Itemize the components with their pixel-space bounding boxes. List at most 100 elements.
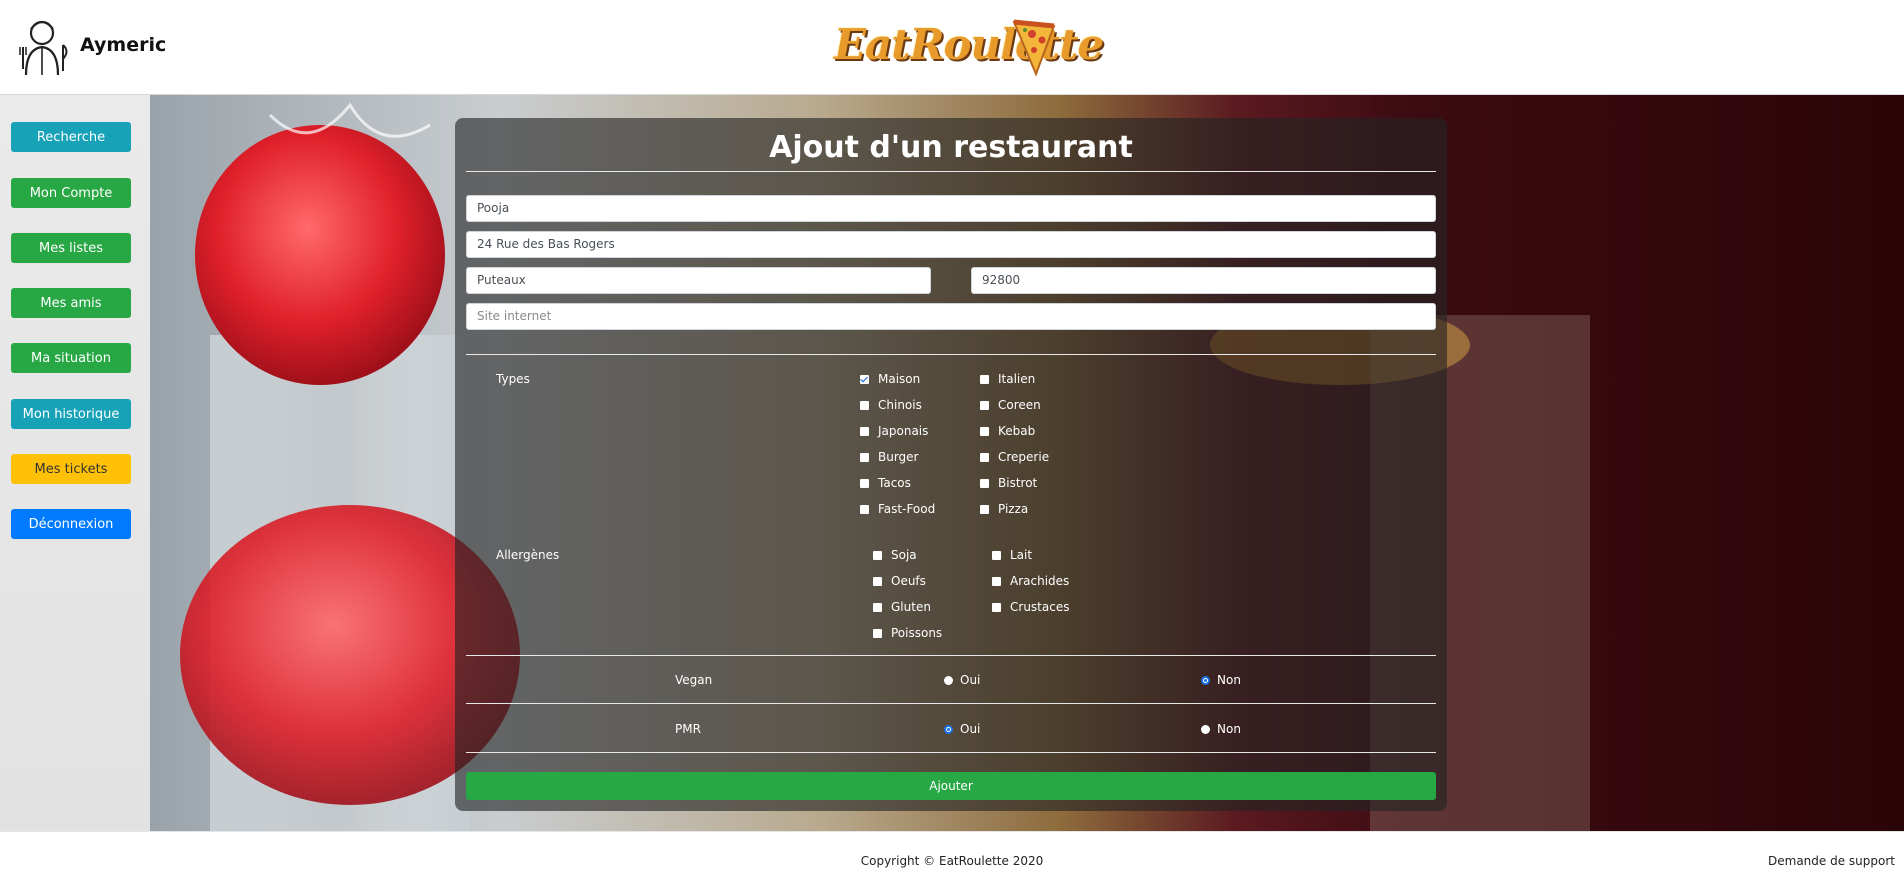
allergen-label: Crustaces — [1010, 600, 1070, 614]
checkbox-box[interactable] — [980, 374, 989, 384]
type-label: Bistrot — [998, 476, 1038, 490]
type-checkbox[interactable]: Burger — [860, 450, 919, 464]
checkbox-box[interactable] — [873, 628, 882, 638]
nav-mon-historique-button[interactable]: Mon historique — [11, 399, 131, 429]
allergen-checkbox[interactable]: Lait — [992, 548, 1032, 562]
type-checkbox[interactable]: Maison — [860, 372, 920, 386]
divider — [466, 354, 1436, 355]
type-label: Chinois — [878, 398, 922, 412]
type-checkbox[interactable]: Kebab — [980, 424, 1035, 438]
eatroulette-logo[interactable]: EatRoulette — [834, 14, 1104, 86]
checkbox-box[interactable] — [860, 478, 869, 488]
footer: Copyright © EatRoulette 2020 Demande de … — [0, 831, 1904, 880]
checkbox-box[interactable] — [860, 504, 869, 514]
type-checkbox[interactable]: Coreen — [980, 398, 1041, 412]
support-link[interactable]: Demande de support — [1768, 854, 1895, 868]
checkbox-box[interactable] — [860, 400, 869, 410]
copyright-text: Copyright © EatRoulette 2020 — [860, 854, 1044, 868]
checkbox-box[interactable] — [980, 452, 989, 462]
type-checkbox[interactable]: Chinois — [860, 398, 922, 412]
divider — [466, 703, 1436, 704]
city-input[interactable]: Puteaux — [466, 267, 931, 294]
vegan-oui-radio[interactable]: Oui — [944, 673, 980, 687]
form-title: Ajout d'un restaurant — [769, 130, 1133, 165]
checkbox-box[interactable] — [980, 400, 989, 410]
pmr-non-label: Non — [1217, 722, 1241, 736]
type-label: Maison — [878, 372, 921, 386]
allergen-checkbox[interactable]: Soja — [873, 548, 917, 562]
allergen-label: Oeufs — [891, 574, 926, 588]
checkbox-box[interactable] — [873, 576, 882, 586]
checkbox-box[interactable] — [992, 550, 1001, 560]
pmr-non-radio[interactable]: Non — [1201, 722, 1241, 736]
checkbox-box[interactable] — [873, 602, 882, 612]
allergens-label: Allergènes — [496, 548, 560, 562]
allergen-label: Gluten — [891, 600, 931, 614]
header: Aymeric EatRoulette — [0, 0, 1904, 95]
type-label: Coreen — [998, 398, 1041, 412]
add-restaurant-submit-button[interactable]: Ajouter — [466, 772, 1436, 800]
type-checkbox[interactable]: Tacos — [860, 476, 911, 490]
add-restaurant-form: Ajout d'un restaurant Pooja 24 Rue des B… — [455, 118, 1447, 811]
type-checkbox[interactable]: Fast-Food — [860, 502, 935, 516]
type-checkbox[interactable]: Bistrot — [980, 476, 1037, 490]
type-checkbox[interactable]: Japonais — [860, 424, 928, 438]
checkbox-box[interactable] — [980, 426, 989, 436]
nav-mes-tickets-button[interactable]: Mes tickets — [11, 454, 131, 484]
website-input[interactable]: Site internet — [466, 303, 1436, 330]
allergen-label: Soja — [891, 548, 917, 562]
restaurant-name-input[interactable]: Pooja — [466, 195, 1436, 222]
checkbox-box[interactable] — [860, 374, 869, 384]
type-label: Burger — [878, 450, 919, 464]
type-label: Japonais — [878, 424, 929, 438]
divider — [466, 171, 1436, 172]
type-label: Tacos — [878, 476, 911, 490]
pmr-label: PMR — [675, 722, 701, 736]
chef-avatar-icon — [19, 20, 68, 76]
type-checkbox[interactable]: Pizza — [980, 502, 1028, 516]
checkbox-box[interactable] — [992, 576, 1001, 586]
nav-recherche-button[interactable]: Recherche — [11, 122, 131, 152]
types-label: Types — [496, 372, 530, 386]
nav-ma-situation-button[interactable]: Ma situation — [11, 343, 131, 373]
type-label: Pizza — [998, 502, 1029, 516]
type-label: Fast-Food — [878, 502, 936, 516]
address-input[interactable]: 24 Rue des Bas Rogers — [466, 231, 1436, 258]
allergen-checkbox[interactable]: Poissons — [873, 626, 942, 640]
radio-dot[interactable] — [944, 675, 953, 685]
checkbox-box[interactable] — [860, 426, 869, 436]
sidebar: Recherche Mon Compte Mes listes Mes amis… — [0, 95, 150, 831]
nav-mes-amis-button[interactable]: Mes amis — [11, 288, 131, 318]
checkbox-box[interactable] — [992, 602, 1001, 612]
divider — [466, 655, 1436, 656]
vegan-oui-label: Oui — [960, 673, 981, 687]
type-label: Creperie — [998, 450, 1050, 464]
allergen-checkbox[interactable]: Crustaces — [992, 600, 1069, 614]
allergen-checkbox[interactable]: Arachides — [992, 574, 1069, 588]
logo-text: EatRoulette — [834, 20, 1104, 69]
type-label: Kebab — [998, 424, 1036, 438]
radio-dot-selected[interactable] — [1201, 675, 1210, 685]
allergen-label: Poissons — [891, 626, 943, 640]
nav-deconnexion-button[interactable]: Déconnexion — [11, 509, 131, 539]
postal-code-input[interactable]: 92800 — [971, 267, 1436, 294]
checkbox-box[interactable] — [860, 452, 869, 462]
radio-dot[interactable] — [1201, 724, 1210, 734]
pmr-oui-radio[interactable]: Oui — [944, 722, 980, 736]
checkbox-box[interactable] — [980, 504, 989, 514]
allergen-checkbox[interactable]: Gluten — [873, 600, 931, 614]
pizza-slice-icon — [1012, 19, 1056, 77]
type-checkbox[interactable]: Creperie — [980, 450, 1049, 464]
allergen-checkbox[interactable]: Oeufs — [873, 574, 926, 588]
type-checkbox[interactable]: Italien — [980, 372, 1035, 386]
vegan-non-label: Non — [1217, 673, 1241, 687]
vegan-non-radio[interactable]: Non — [1201, 673, 1241, 687]
pmr-oui-label: Oui — [960, 722, 981, 736]
radio-dot-selected[interactable] — [944, 724, 953, 734]
checkbox-box[interactable] — [980, 478, 989, 488]
nav-mes-listes-button[interactable]: Mes listes — [11, 233, 131, 263]
allergen-label: Lait — [1010, 548, 1033, 562]
checkbox-box[interactable] — [873, 550, 882, 560]
nav-mon-compte-button[interactable]: Mon Compte — [11, 178, 131, 208]
username: Aymeric — [80, 34, 167, 56]
